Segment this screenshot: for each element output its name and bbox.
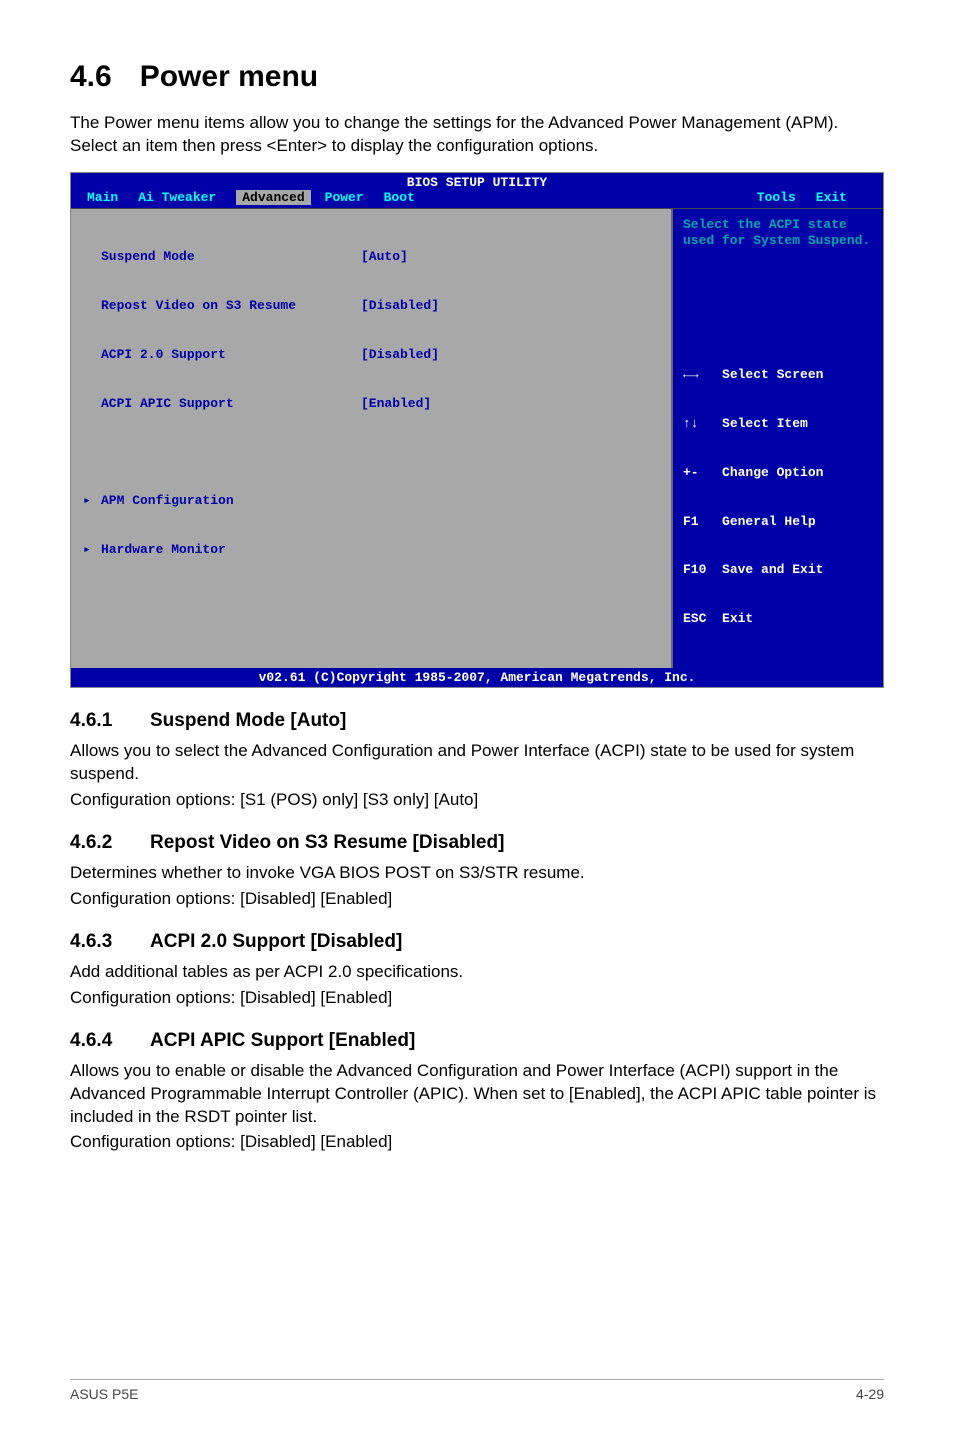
plus-minus-icon: +- bbox=[683, 465, 699, 480]
heading-title: Power menu bbox=[140, 60, 318, 94]
row-label: ACPI APIC Support bbox=[101, 396, 361, 412]
section-body: Allows you to select the Advanced Config… bbox=[70, 740, 884, 786]
key-general-help: F1 General Help bbox=[683, 514, 873, 530]
bios-tab-ai-tweaker[interactable]: Ai Tweaker bbox=[138, 190, 236, 205]
bios-row-suspend-mode[interactable]: Suspend Mode [Auto] bbox=[83, 249, 659, 265]
submenu-label: APM Configuration bbox=[101, 493, 361, 509]
key-label: General Help bbox=[722, 514, 816, 529]
bios-blank-row bbox=[83, 444, 659, 460]
row-label: Suspend Mode bbox=[101, 249, 361, 265]
bios-key-legend: ←→ Select Screen ↑↓ Select Item +- Chang… bbox=[683, 335, 873, 660]
subheading-title: Suspend Mode [Auto] bbox=[150, 710, 346, 732]
heading-4-6: 4.6 Power menu bbox=[70, 60, 884, 94]
bios-header: BIOS SETUP UTILITY Main Ai Tweaker Advan… bbox=[71, 173, 883, 209]
key-label: Exit bbox=[722, 611, 753, 626]
bios-tab-main[interactable]: Main bbox=[87, 190, 138, 205]
bios-menu-bar: Main Ai Tweaker Advanced Power Boot Tool… bbox=[71, 190, 883, 208]
subheading-number: 4.6.4 bbox=[70, 1030, 122, 1052]
page-footer: ASUS P5E 4-29 bbox=[70, 1379, 884, 1402]
bios-tab-tools[interactable]: Tools bbox=[757, 190, 816, 205]
row-value: [Auto] bbox=[361, 249, 408, 265]
bios-row-repost-video[interactable]: Repost Video on S3 Resume [Disabled] bbox=[83, 298, 659, 314]
bios-body: Suspend Mode [Auto] Repost Video on S3 R… bbox=[71, 209, 883, 668]
heading-4-6-4: 4.6.4 ACPI APIC Support [Enabled] bbox=[70, 1030, 884, 1052]
key-save-exit: F10 Save and Exit bbox=[683, 562, 873, 578]
key-exit: ESC Exit bbox=[683, 611, 873, 627]
bios-row-acpi-apic[interactable]: ACPI APIC Support [Enabled] bbox=[83, 396, 659, 412]
config-options: Configuration options: [Disabled] [Enabl… bbox=[70, 988, 884, 1008]
bios-title: BIOS SETUP UTILITY bbox=[71, 173, 883, 190]
bios-screenshot: BIOS SETUP UTILITY Main Ai Tweaker Advan… bbox=[70, 172, 884, 688]
submenu-arrow-icon: ▸ bbox=[83, 542, 101, 558]
key-select-screen: ←→ Select Screen bbox=[683, 367, 873, 383]
heading-4-6-2: 4.6.2 Repost Video on S3 Resume [Disable… bbox=[70, 832, 884, 854]
page: 4.6 Power menu The Power menu items allo… bbox=[0, 0, 954, 1438]
bios-help-panel: Select the ACPI state used for System Su… bbox=[673, 209, 883, 668]
heading-4-6-1: 4.6.1 Suspend Mode [Auto] bbox=[70, 710, 884, 732]
bios-tab-power[interactable]: Power bbox=[325, 190, 384, 205]
heading-4-6-3: 4.6.3 ACPI 2.0 Support [Disabled] bbox=[70, 931, 884, 953]
row-indent bbox=[83, 347, 101, 363]
subheading-title: ACPI 2.0 Support [Disabled] bbox=[150, 931, 402, 953]
row-value: [Enabled] bbox=[361, 396, 431, 412]
key-label: Change Option bbox=[722, 465, 823, 480]
section-body: Allows you to enable or disable the Adva… bbox=[70, 1060, 884, 1129]
bios-submenu-hwmon[interactable]: ▸ Hardware Monitor bbox=[83, 542, 659, 558]
config-options: Configuration options: [S1 (POS) only] [… bbox=[70, 790, 884, 810]
config-options: Configuration options: [Disabled] [Enabl… bbox=[70, 1132, 884, 1152]
row-label: Repost Video on S3 Resume bbox=[101, 298, 361, 314]
f1-key-icon: F1 bbox=[683, 514, 699, 529]
key-change-option: +- Change Option bbox=[683, 465, 873, 481]
subheading-title: Repost Video on S3 Resume [Disabled] bbox=[150, 832, 504, 854]
esc-key-icon: ESC bbox=[683, 611, 706, 626]
bios-tab-spacer bbox=[435, 190, 757, 205]
bios-help-text: Select the ACPI state used for System Su… bbox=[683, 217, 873, 265]
heading-number: 4.6 bbox=[70, 60, 112, 94]
config-options: Configuration options: [Disabled] [Enabl… bbox=[70, 889, 884, 909]
row-label: ACPI 2.0 Support bbox=[101, 347, 361, 363]
submenu-arrow-icon: ▸ bbox=[83, 493, 101, 509]
row-indent bbox=[83, 298, 101, 314]
footer-left: ASUS P5E bbox=[70, 1386, 138, 1402]
key-label: Select Item bbox=[722, 416, 808, 431]
subheading-number: 4.6.2 bbox=[70, 832, 122, 854]
key-select-item: ↑↓ Select Item bbox=[683, 416, 873, 432]
bios-copyright-footer: v02.61 (C)Copyright 1985-2007, American … bbox=[71, 668, 883, 687]
left-right-arrow-icon: ←→ bbox=[683, 367, 699, 382]
intro-paragraph: The Power menu items allow you to change… bbox=[70, 112, 884, 158]
key-label: Select Screen bbox=[722, 367, 823, 382]
row-indent bbox=[83, 249, 101, 265]
up-down-arrow-icon: ↑↓ bbox=[683, 416, 699, 431]
subheading-number: 4.6.3 bbox=[70, 931, 122, 953]
bios-submenu-apm[interactable]: ▸ APM Configuration bbox=[83, 493, 659, 509]
key-label: Save and Exit bbox=[722, 562, 823, 577]
bios-tab-boot[interactable]: Boot bbox=[384, 190, 435, 205]
f10-key-icon: F10 bbox=[683, 562, 706, 577]
bios-tab-exit[interactable]: Exit bbox=[816, 190, 867, 205]
section-body: Determines whether to invoke VGA BIOS PO… bbox=[70, 862, 884, 885]
submenu-label: Hardware Monitor bbox=[101, 542, 361, 558]
bios-row-acpi-2-0[interactable]: ACPI 2.0 Support [Disabled] bbox=[83, 347, 659, 363]
section-body: Add additional tables as per ACPI 2.0 sp… bbox=[70, 961, 884, 984]
row-indent bbox=[83, 396, 101, 412]
subheading-number: 4.6.1 bbox=[70, 710, 122, 732]
bios-options-panel: Suspend Mode [Auto] Repost Video on S3 R… bbox=[71, 209, 673, 668]
row-value: [Disabled] bbox=[361, 347, 439, 363]
footer-right: 4-29 bbox=[856, 1386, 884, 1402]
row-value: [Disabled] bbox=[361, 298, 439, 314]
subheading-title: ACPI APIC Support [Enabled] bbox=[150, 1030, 415, 1052]
bios-tab-advanced[interactable]: Advanced bbox=[236, 190, 310, 205]
